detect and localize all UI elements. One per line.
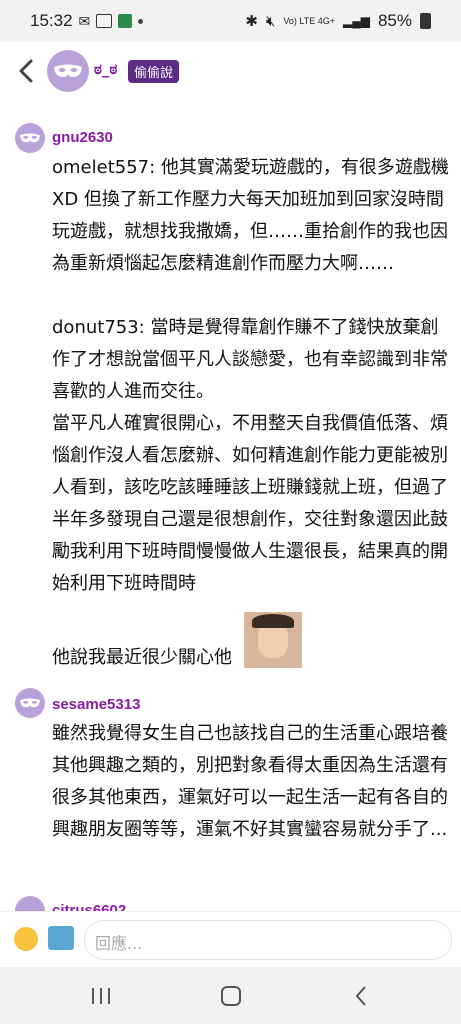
battery-percentage: 85% — [377, 11, 412, 30]
comment-text: 雖然我覺得女生自己也該找自己的生活重心跟培養其他興趣之類的，別把對象看得太重因為… — [52, 723, 448, 840]
image-upload-icon[interactable] — [48, 926, 74, 950]
more-notifications-icon — [138, 18, 144, 24]
comment: citrus6602 — [0, 896, 461, 911]
signal-icon: ▂▄▆ — [343, 14, 370, 28]
battery-icon — [420, 13, 431, 29]
app-notification-icon-2 — [118, 14, 133, 28]
status-bar: 15:32 ✉ ✱ 🔇︎ Vo) LTE 4G+ ▂▄▆ 85% — [0, 0, 461, 42]
home-icon[interactable] — [218, 983, 244, 1009]
reaction-sticker[interactable] — [244, 612, 302, 668]
bluetooth-icon: ✱ — [245, 13, 258, 30]
comment-text: 當平凡人確實很開心，不用整天自我價值低落、煩惱創作沒人看怎麼辦、如何精進創作能力… — [52, 413, 448, 594]
username[interactable]: sesame5313 — [52, 696, 140, 713]
app-notification-icon — [96, 14, 113, 28]
mask-icon — [54, 64, 82, 77]
mute-icon: 🔇︎ — [265, 12, 276, 30]
sticker-hair — [252, 614, 294, 628]
comment-text: omelet557: 他其實滿愛玩遊戲的，有很多遊戲機XD 但換了新工作壓力大每… — [52, 157, 449, 274]
mask-icon — [20, 698, 40, 708]
reply-bar: 回應... — [0, 911, 461, 968]
chat-header: ಠ_ಠ 偷偷說 — [0, 42, 461, 104]
back-arrow-icon[interactable] — [12, 56, 42, 86]
reply-placeholder: 回應... — [95, 934, 143, 953]
user-avatar[interactable] — [15, 688, 45, 718]
header-avatar[interactable] — [47, 50, 89, 92]
username[interactable]: gnu2630 — [52, 129, 113, 146]
recent-apps-icon[interactable] — [90, 983, 112, 1009]
chat-title: ಠ_ಠ — [94, 60, 118, 78]
back-icon[interactable] — [350, 983, 372, 1009]
comment-text: donut753: 當時是覺得靠創作賺不了錢快放棄創作了才想說當個平凡人談戀愛，… — [52, 317, 448, 402]
emoji-icon[interactable] — [14, 927, 38, 951]
reply-input[interactable]: 回應... — [84, 920, 452, 960]
status-time: 15:32 — [30, 11, 73, 30]
user-avatar[interactable] — [15, 123, 45, 153]
system-nav-bar — [0, 967, 461, 1024]
network-indicator: Vo) LTE 4G+ — [283, 16, 335, 26]
gmail-icon: ✉ — [78, 12, 91, 29]
anonymous-badge: 偷偷說 — [128, 60, 180, 83]
user-avatar[interactable] — [15, 896, 45, 911]
comment-text: 他說我最近很少關心他 — [52, 647, 232, 668]
username[interactable]: citrus6602 — [52, 902, 126, 911]
mask-icon — [20, 133, 40, 143]
